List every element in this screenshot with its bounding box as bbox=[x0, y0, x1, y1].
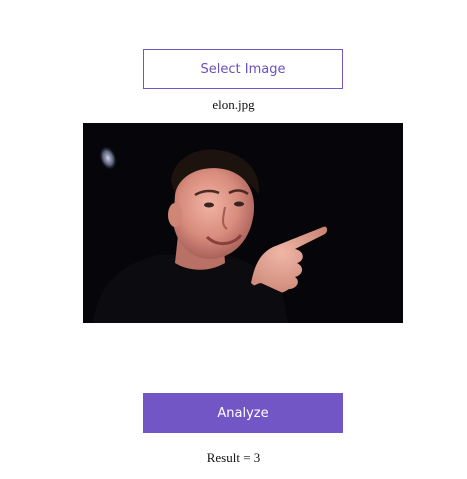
analyze-button[interactable]: Analyze bbox=[143, 393, 343, 433]
select-image-label: Select Image bbox=[200, 61, 286, 77]
analyze-label: Analyze bbox=[217, 405, 269, 421]
select-image-button[interactable]: Select Image bbox=[143, 49, 343, 89]
preview-photo bbox=[83, 123, 403, 323]
image-preview bbox=[83, 123, 403, 323]
selected-file-name: elon.jpg bbox=[212, 97, 255, 112]
result-text: Result = 3 bbox=[206, 450, 261, 465]
